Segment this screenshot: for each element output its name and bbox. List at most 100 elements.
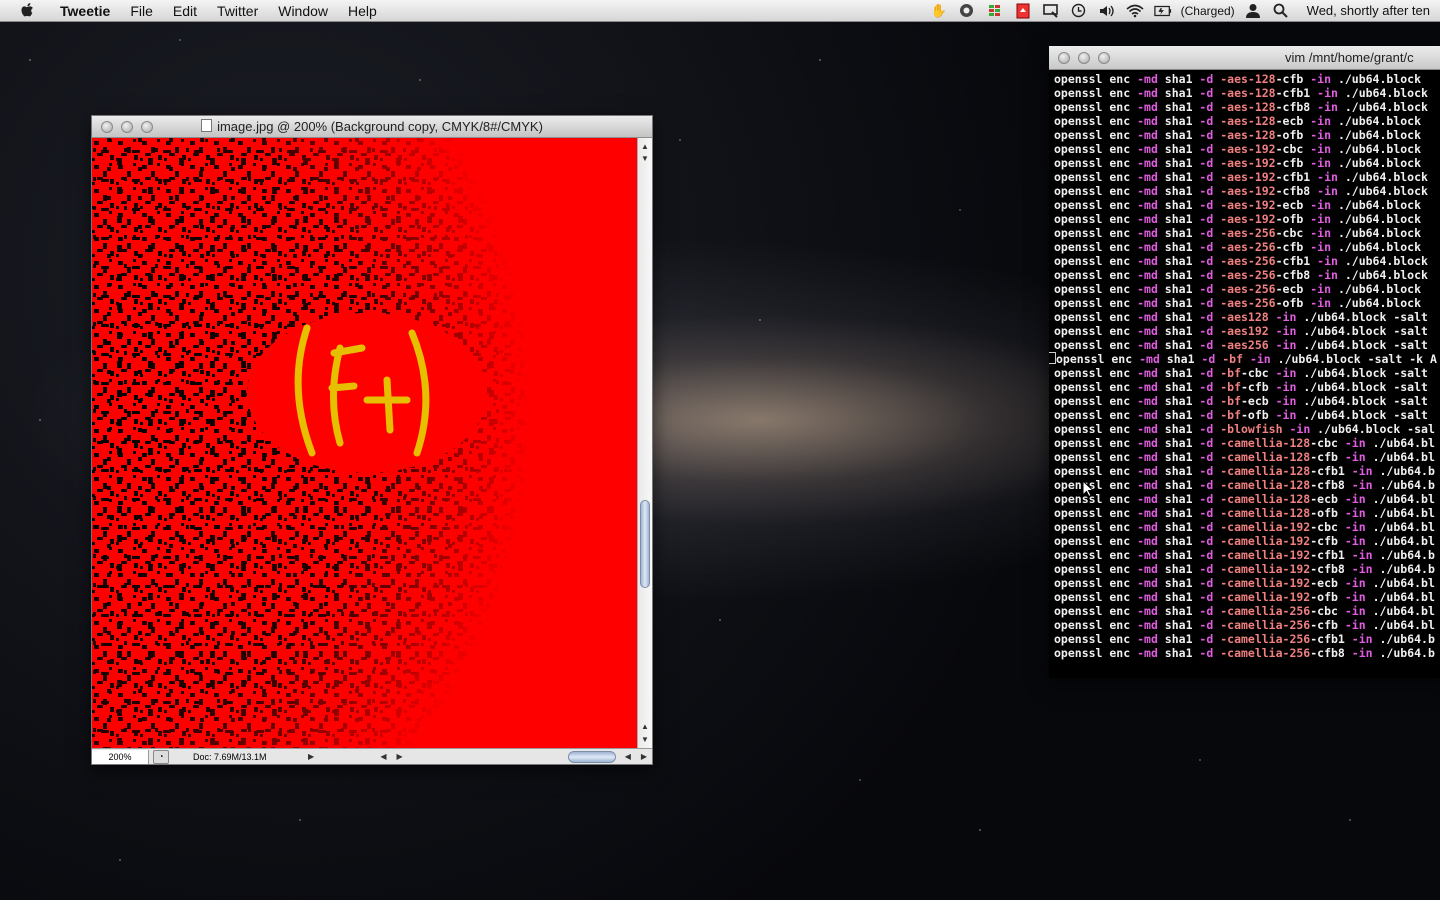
quicksilver-icon[interactable]	[958, 3, 976, 19]
terminal-token-rest	[1269, 324, 1276, 338]
canvas-image	[92, 138, 638, 750]
menu-edit[interactable]: Edit	[163, 0, 207, 22]
terminal-close-button[interactable]	[1058, 51, 1070, 64]
menu-help[interactable]: Help	[338, 0, 387, 22]
backup-icon[interactable]	[1014, 3, 1032, 19]
terminal-token-mid: sha1	[1157, 296, 1200, 310]
terminal-token-pre: openssl enc	[1054, 450, 1138, 464]
terminal-token-f1: -md	[1137, 72, 1158, 86]
terminal-token-f3: -in	[1249, 352, 1271, 366]
spotlight-icon[interactable]	[1272, 3, 1290, 19]
hand-icon[interactable]: ✋	[930, 3, 948, 19]
terminal-token-f3: -in	[1275, 394, 1297, 408]
vertical-scroll-thumb[interactable]	[640, 500, 650, 588]
screen-icon[interactable]	[1042, 3, 1060, 19]
terminal-token-tail: ./ub64.block	[1337, 86, 1428, 100]
terminal-token-rest: -ecb	[1275, 282, 1311, 296]
terminal-line: openssl enc -md sha1 -d -aes-256-ecb -in…	[1054, 282, 1440, 296]
time-machine-icon[interactable]	[1070, 3, 1088, 19]
scroll-up-icon[interactable]: ▲	[641, 142, 649, 151]
menu-file[interactable]: File	[120, 0, 163, 22]
terminal-token-rest	[1269, 338, 1276, 352]
scroll-down-bottom-icon[interactable]: ▼	[641, 735, 649, 744]
user-icon[interactable]	[1244, 3, 1262, 19]
terminal-token-mid: sha1	[1157, 128, 1200, 142]
terminal-token-tail: ./ub64.block -sal	[1310, 422, 1435, 436]
terminal-token-f2: -d	[1199, 450, 1214, 464]
terminal-token-f2: -d	[1199, 646, 1214, 660]
terminal-token-tail: ./ub64.bl	[1365, 590, 1435, 604]
terminal-token-mid: sha1	[1157, 506, 1200, 520]
status-options-icon[interactable]: ◔	[153, 749, 169, 764]
terminal-token-mid: sha1	[1157, 380, 1200, 394]
terminal-token-opt: -aes128	[1220, 310, 1269, 324]
scroll-left-end-icon[interactable]: ◀	[625, 752, 631, 761]
terminal-token-f2: -d	[1199, 156, 1214, 170]
terminal-line: openssl enc -md sha1 -d -camellia-256-cf…	[1054, 632, 1440, 646]
terminal-token-tail: ./ub64.block -salt	[1296, 394, 1428, 408]
terminal-token-rest: -cfb8	[1310, 646, 1352, 660]
terminal-token-f2: -d	[1199, 142, 1214, 156]
terminal-token-tail: ./ub64.b	[1372, 632, 1435, 646]
terminal-token-mid: sha1	[1157, 534, 1200, 548]
apple-icon[interactable]	[20, 2, 36, 19]
terminal-token-opt: -camellia-192	[1220, 590, 1311, 604]
terminal-token-rest: -cfb8	[1275, 100, 1318, 114]
terminal-token-pre: openssl enc	[1054, 72, 1138, 86]
terminal-token-f2: -d	[1199, 240, 1214, 254]
volume-icon[interactable]	[1098, 3, 1116, 19]
terminal-token-tail: ./ub64.b	[1372, 478, 1435, 492]
terminal-token-rest: -cfb8	[1310, 478, 1352, 492]
terminal-token-opt: -aes192	[1220, 324, 1269, 338]
terminal-token-f3: -in	[1317, 86, 1338, 100]
terminal-token-rest: -cfb	[1310, 450, 1345, 464]
document-titlebar[interactable]: image.jpg @ 200% (Background copy, CMYK/…	[92, 116, 652, 138]
terminal-token-f2: -d	[1199, 198, 1214, 212]
menu-clock[interactable]: Wed, shortly after ten	[1307, 3, 1430, 18]
scroll-up-bottom-icon[interactable]: ▲	[641, 722, 649, 731]
menu-app-name[interactable]: Tweetie	[50, 0, 120, 22]
terminal-token-f3: -in	[1310, 296, 1332, 310]
terminal-token-mid: sha1	[1157, 268, 1200, 282]
terminal-token-f1: -md	[1137, 478, 1158, 492]
menu-window[interactable]: Window	[268, 0, 338, 22]
horizontal-scrollbar[interactable]: ◀ ▶ ◀ ▶	[375, 750, 652, 764]
terminal-zoom-button[interactable]	[1098, 51, 1110, 64]
scroll-right-icon[interactable]: ▶	[397, 752, 403, 761]
bars-icon[interactable]	[986, 3, 1004, 19]
terminal-token-mid: sha1	[1157, 282, 1200, 296]
terminal-token-f2: -d	[1199, 170, 1214, 184]
terminal-token-f3: -in	[1310, 114, 1332, 128]
wifi-icon[interactable]	[1126, 3, 1144, 19]
terminal-token-f3: -in	[1344, 506, 1366, 520]
terminal-token-f3: -in	[1344, 618, 1366, 632]
terminal-titlebar[interactable]: vim /mnt/home/grant/c	[1049, 46, 1440, 70]
terminal-token-pre: openssl enc	[1054, 240, 1138, 254]
menu-twitter[interactable]: Twitter	[207, 0, 268, 22]
zoom-level-field[interactable]: 200%	[92, 749, 149, 764]
battery-icon[interactable]	[1153, 3, 1172, 19]
terminal-line: openssl enc -md sha1 -d -camellia-128-cf…	[1054, 478, 1440, 492]
image-canvas[interactable]	[92, 138, 638, 750]
terminal-content[interactable]: openssl enc -md sha1 -d -aes-128 -cfb -in…	[1049, 70, 1440, 660]
terminal-token-f3: -in	[1351, 562, 1373, 576]
terminal-token-f2: -d	[1201, 352, 1216, 366]
vertical-scrollbar[interactable]: ▲ ▼ ▲ ▼	[637, 138, 652, 750]
terminal-token-pre: openssl enc	[1054, 618, 1138, 632]
horizontal-scroll-thumb[interactable]	[567, 750, 616, 763]
status-menu-arrow-icon[interactable]: ▶	[308, 752, 314, 761]
terminal-minimize-button[interactable]	[1078, 51, 1090, 64]
scroll-left-icon[interactable]: ◀	[380, 752, 386, 761]
terminal-token-f1: -md	[1137, 114, 1158, 128]
terminal-token-tail: ./ub64.b	[1372, 646, 1435, 660]
terminal-token-f3: -in	[1351, 548, 1373, 562]
terminal-token-pre: openssl enc	[1054, 408, 1138, 422]
terminal-token-mid: sha1	[1157, 212, 1200, 226]
terminal-token-mid: sha1	[1157, 338, 1200, 352]
terminal-token-opt: -aes-128	[1220, 114, 1276, 128]
scroll-right-end-icon[interactable]: ▶	[641, 752, 647, 761]
terminal-token-pre: openssl enc	[1054, 156, 1138, 170]
terminal-line: openssl enc -md sha1 -d -bf-cfb -in ./ub…	[1054, 380, 1440, 394]
terminal-token-opt: -aes-128	[1220, 86, 1276, 100]
scroll-down-icon[interactable]: ▼	[641, 154, 649, 163]
